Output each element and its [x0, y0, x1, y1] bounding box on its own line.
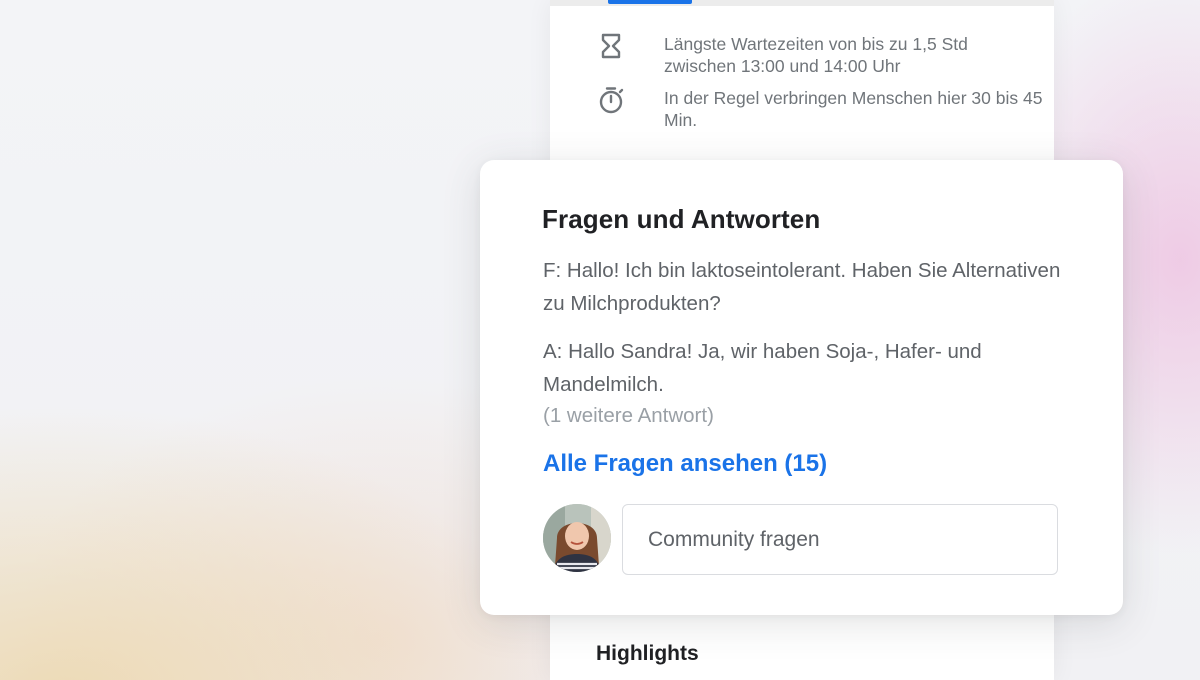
hourglass-icon [596, 31, 626, 61]
active-tab-indicator[interactable] [608, 0, 692, 4]
avatar [543, 504, 611, 572]
stopwatch-icon [596, 85, 626, 115]
card-title: Fragen und Antworten [542, 204, 821, 234]
ask-community-placeholder: Community fragen [648, 527, 820, 551]
question-text: F: Hallo! Ich bin laktoseintolerant. Hab… [543, 259, 1061, 315]
answer-text: A: Hallo Sandra! Ja, wir haben Soja-, Ha… [543, 340, 982, 396]
see-all-questions-link[interactable]: Alle Fragen ansehen (15) [543, 450, 827, 478]
highlights-heading: Highlights [596, 642, 699, 665]
longest-wait-text: Längste Wartezeiten von bis zu 1,5 Std z… [664, 34, 968, 76]
more-answers-text[interactable]: (1 weitere Antwort) [543, 404, 714, 428]
ask-community-input[interactable]: Community fragen [622, 504, 1058, 575]
typical-time-text: In der Regel verbringen Menschen hier 30… [664, 88, 1043, 130]
questions-answers-card: Fragen und Antworten F: Hallo! Ich bin l… [480, 160, 1123, 615]
